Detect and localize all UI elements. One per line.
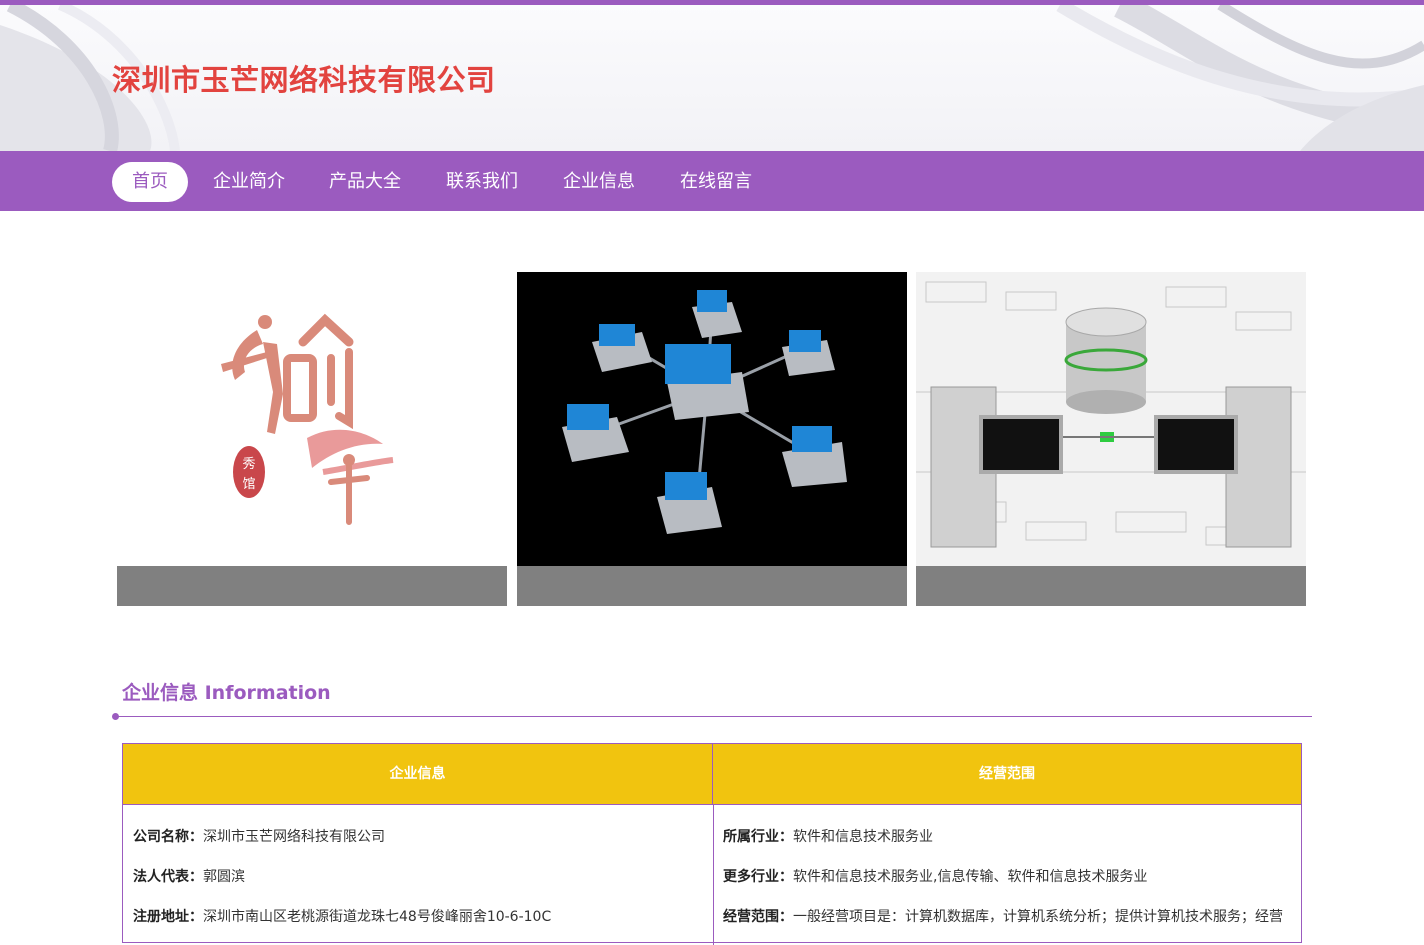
brand-logo-image[interactable]: 秀 馆 [117, 272, 507, 566]
section-divider [116, 716, 1312, 717]
gallery-caption-bar[interactable] [916, 566, 1306, 606]
table-header-company-info: 企业信息 [123, 744, 713, 805]
table-column-divider [713, 805, 714, 945]
row-value-legal-rep: 郭圆滨 [203, 869, 245, 885]
table-row: 注册地址：深圳市南山区老桃源街道龙珠七48号俊峰丽舍10-6-10C [133, 906, 551, 926]
database-servers-image[interactable] [916, 272, 1306, 566]
table-row: 法人代表：郭圆滨 [133, 866, 245, 886]
company-info-table: 企业信息 经营范围 公司名称：深圳市玉芒网络科技有限公司 法人代表：郭圆滨 注册… [122, 743, 1302, 945]
row-value-more-industry: 软件和信息技术服务业,信息传输、软件和信息技术服务业 [793, 869, 1148, 885]
nav-item-products[interactable]: 产品大全 [320, 162, 410, 202]
nav-item-contact[interactable]: 联系我们 [437, 162, 527, 202]
row-key-more-industry: 更多行业： [723, 869, 793, 885]
row-value-address: 深圳市南山区老桃源街道龙珠七48号俊峰丽舍10-6-10C [203, 909, 552, 925]
header-banner: 深圳市玉芒网络科技有限公司 [0, 5, 1424, 151]
table-header-business-scope: 经营范围 [713, 744, 1301, 805]
nav-item-company-info[interactable]: 企业信息 [554, 162, 644, 202]
row-key-address: 注册地址： [133, 909, 203, 925]
row-key-business-scope: 经营范围： [723, 909, 793, 925]
nav-item-message[interactable]: 在线留言 [671, 162, 761, 202]
main-navigation: 首页 企业简介 产品大全 联系我们 企业信息 在线留言 [0, 151, 1424, 211]
gallery-caption-bar[interactable] [117, 566, 507, 606]
company-title: 深圳市玉芒网络科技有限公司 [112, 63, 496, 97]
dancer-logo-graphic: 秀 馆 [221, 313, 394, 525]
network-topology-image[interactable] [517, 272, 907, 566]
row-value-company-name: 深圳市玉芒网络科技有限公司 [203, 829, 385, 845]
gallery-card-database[interactable] [916, 272, 1306, 606]
network-diagram-graphic [562, 290, 847, 534]
row-key-company-name: 公司名称： [133, 829, 203, 845]
table-row: 经营范围：一般经营项目是：计算机数据库，计算机系统分析；提供计算机技术服务；经营 [723, 906, 1283, 926]
row-value-business-scope: 一般经营项目是：计算机数据库，计算机系统分析；提供计算机技术服务；经营 [793, 909, 1283, 925]
gallery-caption-bar[interactable] [517, 566, 907, 606]
nav-item-home[interactable]: 首页 [112, 162, 188, 202]
gallery-card-logo[interactable]: 秀 馆 [117, 272, 507, 606]
table-row: 公司名称：深圳市玉芒网络科技有限公司 [133, 826, 385, 846]
database-diagram-graphic [916, 281, 1306, 548]
section-title: 企业信息 Information [122, 682, 331, 704]
row-key-legal-rep: 法人代表： [133, 869, 203, 885]
nav-item-about[interactable]: 企业简介 [204, 162, 294, 202]
gallery-card-network[interactable] [517, 272, 907, 606]
table-row: 所属行业：软件和信息技术服务业 [723, 826, 933, 846]
stamp-text-2: 馆 [242, 477, 255, 492]
row-key-industry: 所属行业： [723, 829, 793, 845]
stamp-text-1: 秀 [242, 457, 255, 472]
section-divider-dot [112, 713, 119, 720]
table-row: 更多行业：软件和信息技术服务业,信息传输、软件和信息技术服务业 [723, 866, 1147, 886]
row-value-industry: 软件和信息技术服务业 [793, 829, 933, 845]
